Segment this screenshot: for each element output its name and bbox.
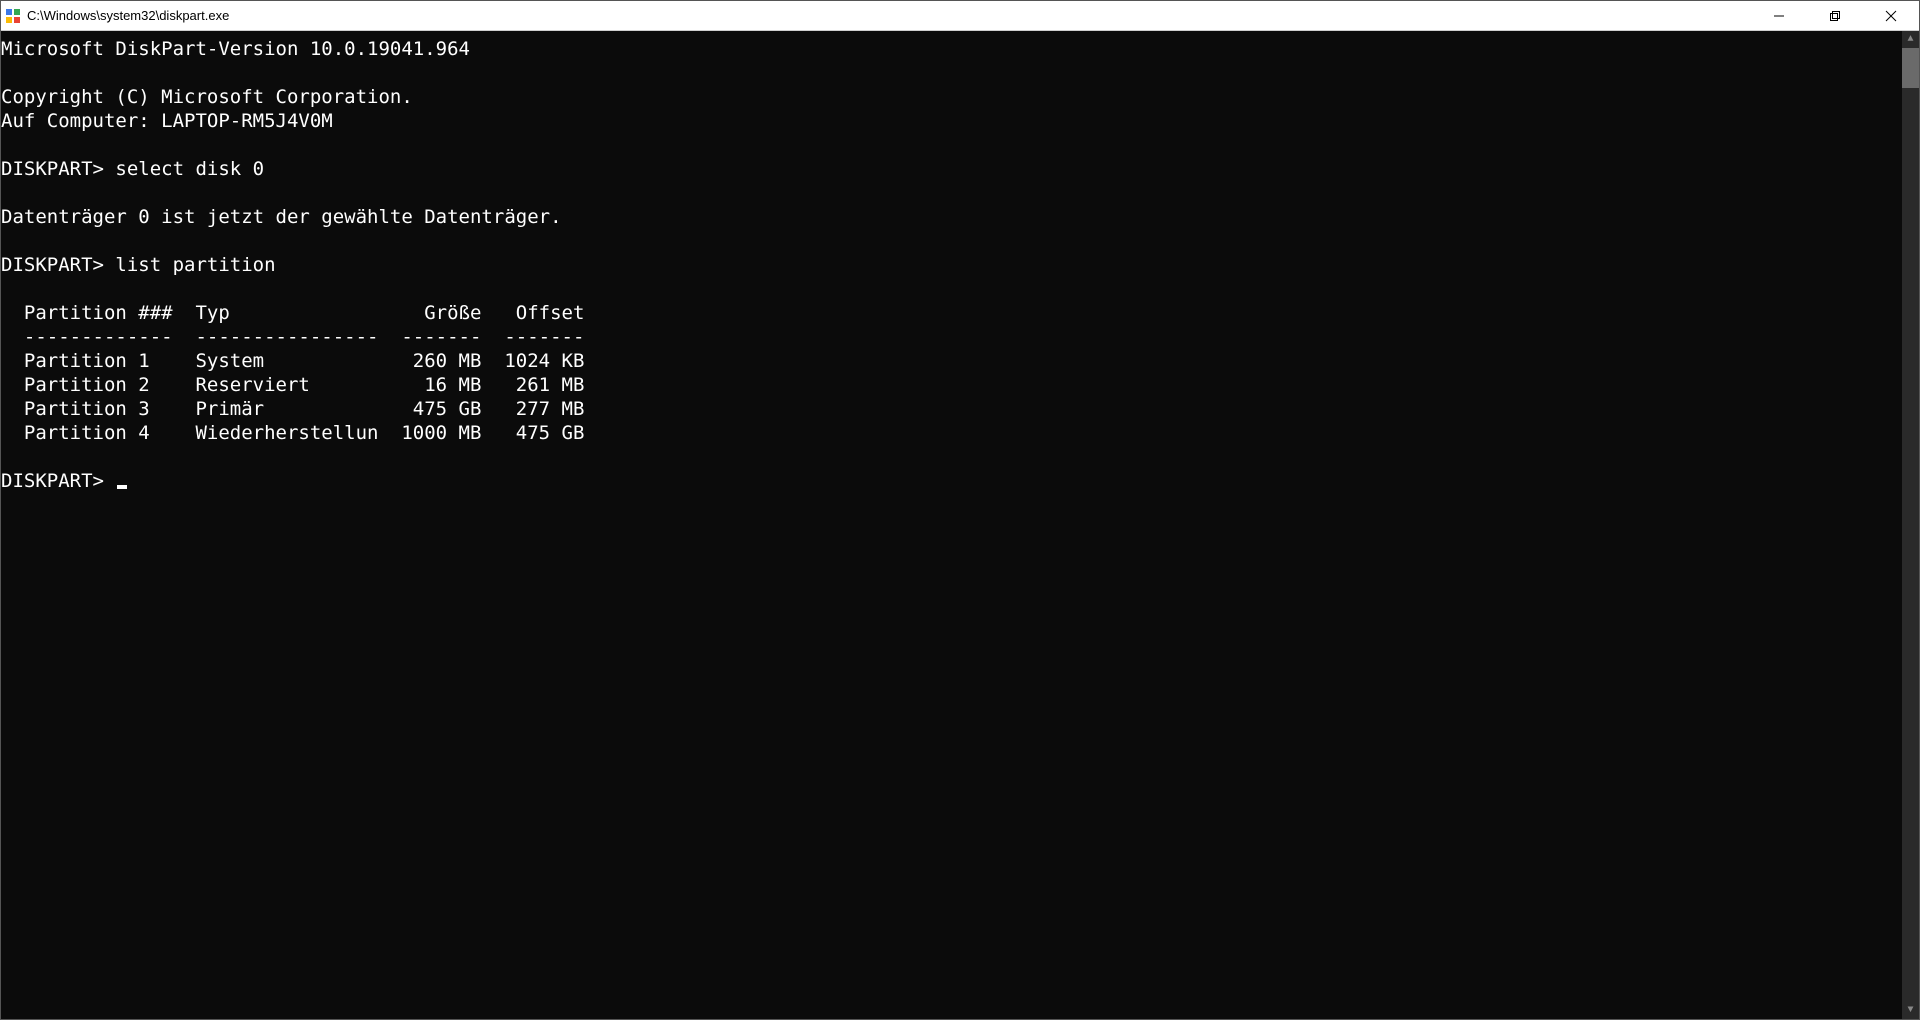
scroll-down-arrow-icon[interactable]: ▼ (1902, 1002, 1919, 1019)
maximize-button[interactable] (1807, 1, 1863, 31)
vertical-scrollbar[interactable]: ▲ ▼ (1902, 31, 1919, 1019)
title-bar[interactable]: C:\Windows\system32\diskpart.exe (1, 1, 1919, 31)
scroll-track[interactable] (1902, 48, 1919, 1002)
window-title: C:\Windows\system32\diskpart.exe (27, 8, 229, 23)
scroll-thumb[interactable] (1902, 48, 1919, 88)
minimize-icon (1773, 10, 1785, 22)
cursor (117, 485, 127, 489)
diskpart-window: C:\Windows\system32\diskpart.exe Microso… (0, 0, 1920, 1020)
close-icon (1885, 10, 1897, 22)
maximize-icon (1829, 10, 1841, 22)
scroll-up-arrow-icon[interactable]: ▲ (1902, 31, 1919, 48)
minimize-button[interactable] (1751, 1, 1807, 31)
app-icon (5, 8, 21, 24)
terminal-output[interactable]: Microsoft DiskPart-Version 10.0.19041.96… (1, 31, 1902, 1019)
close-button[interactable] (1863, 1, 1919, 31)
